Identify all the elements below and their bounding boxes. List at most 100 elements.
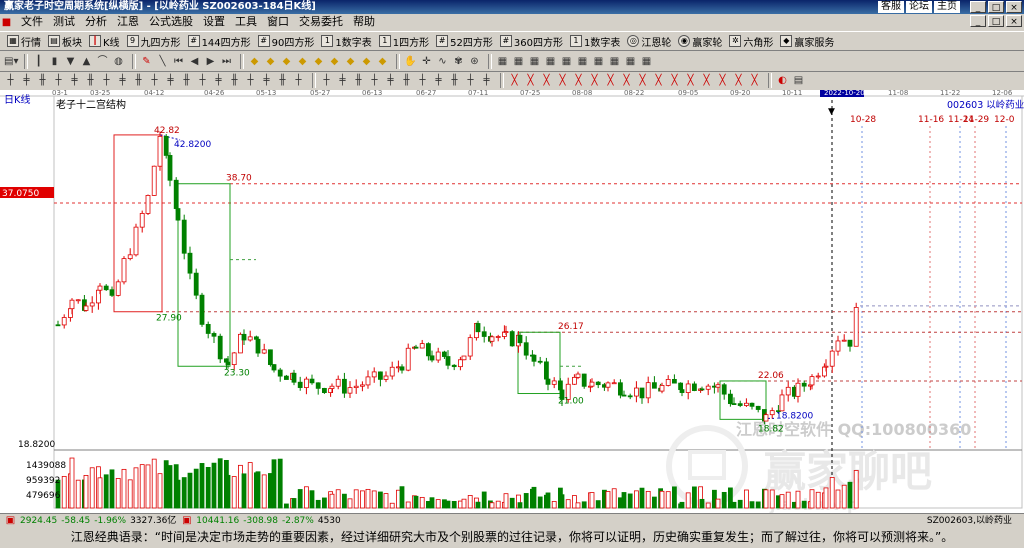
minimize-button[interactable]: _ [970,1,986,13]
toolbar-square1-button[interactable]: 1 1四方形 [376,33,432,50]
table-icon[interactable]: ▦ [496,55,509,68]
indicator-icon[interactable]: ┼ [100,74,113,87]
wave-icon[interactable]: ∿ [436,55,449,68]
indicator-icon[interactable]: ╳ [508,74,521,87]
indicator-icon[interactable]: ╳ [748,74,761,87]
indicator-icon[interactable]: ╫ [276,74,289,87]
indicator-icon[interactable]: ┼ [464,74,477,87]
first-icon[interactable]: ⏮ [172,55,185,68]
indicator-icon[interactable]: ┼ [416,74,429,87]
close-button[interactable]: × [1006,1,1022,13]
indicator-icon[interactable]: ╫ [448,74,461,87]
menu-formula[interactable]: 公式选股 [144,14,198,30]
toolbar-square360-button[interactable]: #360四方形 [497,33,566,50]
indicator-icon[interactable]: ╫ [228,74,241,87]
table-icon[interactable]: ▦ [512,55,525,68]
menu-analysis[interactable]: 分析 [80,14,112,30]
indicator-icon[interactable]: ╫ [36,74,49,87]
diamond-icon[interactable]: ◆ [360,55,373,68]
indicator-icon[interactable]: ╳ [572,74,585,87]
toolbar-winner-wheel-button[interactable]: ◉ 赢家轮 [675,33,725,50]
table-icon[interactable]: ▦ [592,55,605,68]
diagonal-icon[interactable]: ╲ [156,55,169,68]
kline-chart[interactable]: 03-1 03-25 04-12 04-26 05-13 05-27 06-13 06-27 0… [0,90,1024,514]
menu-file[interactable]: 文件 [16,14,48,30]
link-support[interactable]: 客服 [878,1,904,13]
layout-icon[interactable]: ▤▾ [4,55,18,68]
last-icon[interactable]: ⏭ [220,55,233,68]
table-icon[interactable]: ▦ [544,55,557,68]
menu-gann[interactable]: 江恩 [112,14,144,30]
table-icon[interactable]: ▦ [608,55,621,68]
indicator-icon[interactable]: ╫ [352,74,365,87]
menu-window[interactable]: 窗口 [262,14,294,30]
indicator-icon[interactable]: ┼ [196,74,209,87]
indicator-icon[interactable]: ┼ [4,74,17,87]
maximize-button[interactable]: □ [988,1,1004,13]
indicator-icon[interactable]: ╫ [84,74,97,87]
toolbar-square9-button[interactable]: 9 九四方形 [124,33,184,50]
indicator-icon[interactable]: ╳ [732,74,745,87]
indicator-icon[interactable]: ╳ [668,74,681,87]
diamond-icon[interactable]: ◆ [344,55,357,68]
table-icon[interactable]: ▦ [528,55,541,68]
indicator-icon[interactable]: ╪ [384,74,397,87]
indicator-icon[interactable]: ╪ [68,74,81,87]
spiral-icon[interactable]: ⊛ [468,55,481,68]
toolbar-gann-wheel-button[interactable]: ◎ 江恩轮 [624,33,674,50]
indicator-icon[interactable]: ╳ [652,74,665,87]
next-icon[interactable]: ▶ [204,55,217,68]
link-forum[interactable]: 论坛 [906,1,932,13]
fan-icon[interactable]: ✾ [452,55,465,68]
crosshair-icon[interactable]: ✛ [420,55,433,68]
indicator-icon[interactable]: ╳ [620,74,633,87]
indicator-icon[interactable]: ╪ [432,74,445,87]
diamond-icon[interactable]: ◆ [264,55,277,68]
indicator-icon[interactable]: ╫ [400,74,413,87]
indicator-icon[interactable]: ╳ [540,74,553,87]
child-close-button[interactable]: × [1006,15,1022,27]
indicator-icon[interactable]: ╪ [480,74,493,87]
link-home[interactable]: 主页 [934,1,960,13]
toolbar-num9-button[interactable]: 1 1数字表 [567,33,623,50]
indicator-icon[interactable]: ╳ [636,74,649,87]
diamond-icon[interactable]: ◆ [376,55,389,68]
candle-icon[interactable]: ▮ [48,55,61,68]
color-wheel-icon[interactable]: ◐ [776,74,789,87]
settings-icon[interactable]: ▤ [792,74,805,87]
indicator-icon[interactable]: ╳ [700,74,713,87]
indicator-icon[interactable]: ╪ [164,74,177,87]
table-icon[interactable]: ▦ [624,55,637,68]
diamond-icon[interactable]: ◆ [328,55,341,68]
prev-icon[interactable]: ◀ [188,55,201,68]
menu-trade[interactable]: 交易委托 [294,14,348,30]
indicator-icon[interactable]: ╫ [132,74,145,87]
toolbar-number-table-button[interactable]: 1 1数字表 [318,33,374,50]
indicator-icon[interactable]: ┼ [244,74,257,87]
indicator-icon[interactable]: ┼ [320,74,333,87]
menu-settings[interactable]: 设置 [198,14,230,30]
indicator-icon[interactable]: ╳ [556,74,569,87]
zoom-out-icon[interactable]: ▼ [64,55,77,68]
toolbar-service-button[interactable]: ◆ 赢家服务 [777,33,837,50]
indicator-icon[interactable]: ╪ [212,74,225,87]
indicator-icon[interactable]: ╳ [604,74,617,87]
indicator-icon[interactable]: ╳ [716,74,729,87]
indicator-icon[interactable]: ╪ [336,74,349,87]
child-maximize-button[interactable]: □ [988,15,1004,27]
diamond-icon[interactable]: ◆ [248,55,261,68]
diamond-icon[interactable]: ◆ [280,55,293,68]
diamond-icon[interactable]: ◆ [312,55,325,68]
table-icon[interactable]: ▦ [576,55,589,68]
zoom-in-icon[interactable]: ▲ [80,55,93,68]
toolbar-square90-button[interactable]: #90四方形 [255,33,318,50]
toolbar-sectors-button[interactable]: ▤ 板块 [45,33,85,50]
hand-icon[interactable]: ✋ [404,55,417,68]
market-icon[interactable]: ▣ [180,514,193,527]
indicator-icon[interactable]: ┼ [52,74,65,87]
indicator-icon[interactable]: ╳ [684,74,697,87]
indicator-icon[interactable]: ╳ [588,74,601,87]
chart-area[interactable]: 03-1 03-25 04-12 04-26 05-13 05-27 06-13 06-27 0… [0,90,1024,514]
indicator-icon[interactable]: ╪ [20,74,33,87]
indicator-icon[interactable]: ┼ [368,74,381,87]
